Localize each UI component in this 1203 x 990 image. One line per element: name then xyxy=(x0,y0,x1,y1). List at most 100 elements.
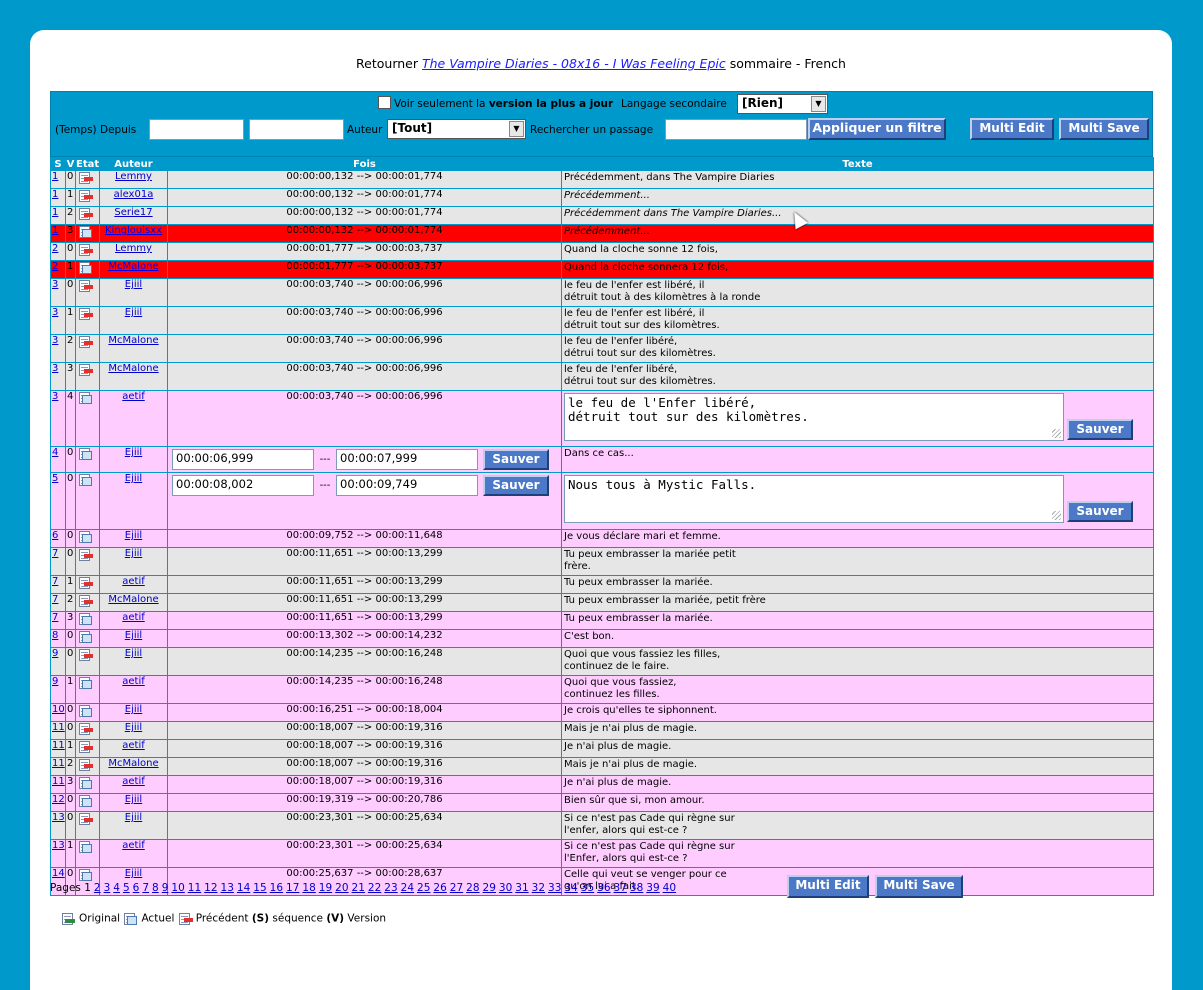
page-link[interactable]: 25 xyxy=(417,882,430,894)
page-link[interactable]: 19 xyxy=(319,882,332,894)
page-link[interactable]: 23 xyxy=(384,882,397,894)
seq-link[interactable]: 3 xyxy=(52,336,58,347)
current-icon[interactable] xyxy=(78,262,93,274)
seq-link[interactable]: 9 xyxy=(52,677,58,688)
author-link[interactable]: Serie17 xyxy=(114,208,152,219)
author-link[interactable]: Ejiil xyxy=(125,869,142,880)
author-link[interactable]: aetif xyxy=(122,613,145,624)
seq-link[interactable]: 11 xyxy=(52,723,65,734)
previous-icon[interactable] xyxy=(78,364,93,376)
previous-icon[interactable] xyxy=(78,577,93,589)
seq-link[interactable]: 7 xyxy=(52,613,58,624)
subtitle-textarea[interactable]: Nous tous à Mystic Falls. xyxy=(564,475,1064,523)
page-link[interactable]: 4 xyxy=(113,882,120,894)
time-end-input[interactable]: 00:00:07,999 xyxy=(336,449,478,470)
author-link[interactable]: aetif xyxy=(122,677,145,688)
search-input[interactable] xyxy=(665,119,807,140)
seq-link[interactable]: 12 xyxy=(52,795,65,806)
author-link[interactable]: Kinglouisxx xyxy=(105,226,162,237)
current-icon[interactable] xyxy=(78,448,93,460)
time-start-input[interactable]: 00:00:08,002 xyxy=(172,475,314,496)
author-link[interactable]: aetif xyxy=(122,841,145,852)
save-time-button[interactable]: Sauver xyxy=(483,449,549,470)
save-time-button[interactable]: Sauver xyxy=(483,475,549,496)
author-link[interactable]: Ejiil xyxy=(125,705,142,716)
previous-icon[interactable] xyxy=(78,208,93,220)
author-link[interactable]: Ejiil xyxy=(125,631,142,642)
seq-link[interactable]: 8 xyxy=(52,631,58,642)
author-link[interactable]: Lemmy xyxy=(115,244,152,255)
previous-icon[interactable] xyxy=(78,759,93,771)
page-link[interactable]: 34 xyxy=(564,882,577,894)
author-link[interactable]: Ejiil xyxy=(125,795,142,806)
seq-link[interactable]: 9 xyxy=(52,649,58,660)
author-link[interactable]: McMalone xyxy=(108,262,158,273)
seq-link[interactable]: 3 xyxy=(52,364,58,375)
page-link[interactable]: 32 xyxy=(532,882,545,894)
page-link[interactable]: 29 xyxy=(483,882,496,894)
seq-link[interactable]: 3 xyxy=(52,280,58,291)
author-link[interactable]: Ejiil xyxy=(125,308,142,319)
time-start-input[interactable]: 00:00:06,999 xyxy=(172,449,314,470)
current-icon[interactable] xyxy=(78,613,93,625)
previous-icon[interactable] xyxy=(78,190,93,202)
current-icon[interactable] xyxy=(78,795,93,807)
page-link[interactable]: 33 xyxy=(548,882,561,894)
seq-link[interactable]: 2 xyxy=(52,244,58,255)
episode-link[interactable]: The Vampire Diaries - 08x16 - I Was Feel… xyxy=(422,56,726,71)
author-link[interactable]: alex01a xyxy=(114,190,154,201)
previous-icon[interactable] xyxy=(78,741,93,753)
current-icon[interactable] xyxy=(78,531,93,543)
current-icon[interactable] xyxy=(78,705,93,717)
author-link[interactable]: Ejiil xyxy=(125,531,142,542)
seq-link[interactable]: 7 xyxy=(52,549,58,560)
author-link[interactable]: aetif xyxy=(122,392,145,403)
page-link[interactable]: 13 xyxy=(221,882,234,894)
seq-link[interactable]: 10 xyxy=(52,705,65,716)
latest-version-checkbox[interactable] xyxy=(378,96,391,109)
page-link[interactable]: 30 xyxy=(499,882,512,894)
seq-link[interactable]: 7 xyxy=(52,577,58,588)
previous-icon[interactable] xyxy=(78,172,93,184)
save-text-button[interactable]: Sauver xyxy=(1067,501,1133,522)
secondary-lang-select[interactable]: [Rien] ▼ xyxy=(737,94,828,114)
page-link[interactable]: 2 xyxy=(94,882,101,894)
author-link[interactable]: Lemmy xyxy=(115,172,152,183)
page-link[interactable]: 20 xyxy=(335,882,348,894)
author-link[interactable]: McMalone xyxy=(108,595,158,606)
resize-grip-icon[interactable] xyxy=(1052,429,1061,438)
page-link[interactable]: 39 xyxy=(646,882,659,894)
page-link[interactable]: 24 xyxy=(401,882,414,894)
author-link[interactable]: Ejiil xyxy=(125,649,142,660)
current-icon[interactable] xyxy=(78,777,93,789)
author-link[interactable]: aetif xyxy=(122,577,145,588)
page-link[interactable]: 26 xyxy=(433,882,446,894)
seq-link[interactable]: 2 xyxy=(52,262,58,273)
seq-link[interactable]: 6 xyxy=(52,531,58,542)
author-link[interactable]: McMalone xyxy=(108,759,158,770)
seq-link[interactable]: 4 xyxy=(52,448,58,459)
time-to-input[interactable] xyxy=(249,119,344,140)
page-link[interactable]: 35 xyxy=(581,882,594,894)
seq-link[interactable]: 13 xyxy=(52,813,65,824)
author-link[interactable]: aetif xyxy=(122,741,145,752)
multi-edit-button-bottom[interactable]: Multi Edit xyxy=(787,875,869,898)
page-link[interactable]: 27 xyxy=(450,882,463,894)
author-link[interactable]: Ejiil xyxy=(125,549,142,560)
page-link[interactable]: 14 xyxy=(237,882,250,894)
previous-icon[interactable] xyxy=(78,280,93,292)
page-link[interactable]: 9 xyxy=(162,882,169,894)
previous-icon[interactable] xyxy=(78,723,93,735)
page-link[interactable]: 28 xyxy=(466,882,479,894)
previous-icon[interactable] xyxy=(78,308,93,320)
author-link[interactable]: Ejiil xyxy=(125,448,142,459)
page-link[interactable]: 37 xyxy=(614,882,627,894)
author-link[interactable]: aetif xyxy=(122,777,145,788)
page-link[interactable]: 16 xyxy=(270,882,283,894)
seq-link[interactable]: 11 xyxy=(52,777,65,788)
apply-filter-button[interactable]: Appliquer un filtre xyxy=(808,118,946,140)
page-link[interactable]: 6 xyxy=(133,882,140,894)
previous-icon[interactable] xyxy=(78,649,93,661)
page-link[interactable]: 8 xyxy=(152,882,159,894)
seq-link[interactable]: 11 xyxy=(52,741,65,752)
